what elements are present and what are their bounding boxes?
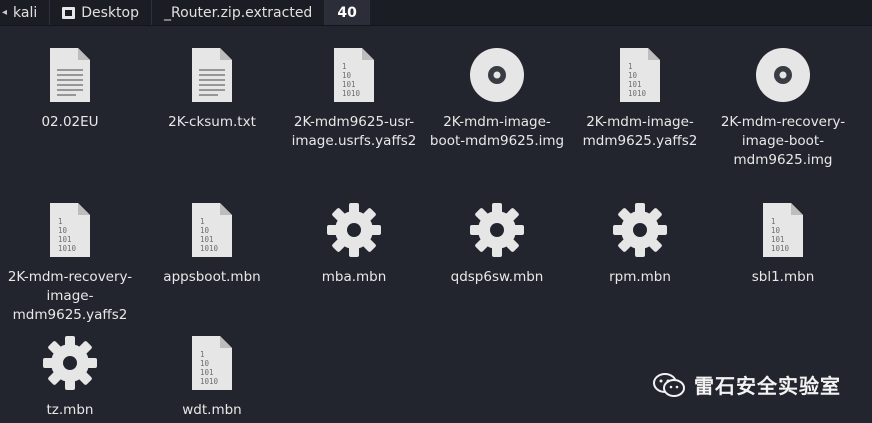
file-item[interactable]: 1 10 101 1010 2K-mdm-image-mdm9625.yaffs2 bbox=[570, 43, 710, 151]
svg-text:10: 10 bbox=[771, 226, 781, 235]
binary-file-icon: 1 10 101 1010 bbox=[38, 198, 102, 262]
svg-text:101: 101 bbox=[771, 235, 785, 244]
file-item[interactable]: 1 10 101 1010 2K-mdm-recovery-image-mdm9625.… bbox=[0, 198, 140, 325]
binary-file-icon: 1 10 101 1010 bbox=[608, 43, 672, 107]
file-name: rpm.mbn bbox=[609, 269, 671, 285]
disc-image-icon bbox=[465, 43, 529, 107]
svg-text:101: 101 bbox=[342, 80, 356, 89]
svg-text:10: 10 bbox=[58, 226, 68, 235]
svg-text:1: 1 bbox=[200, 350, 205, 359]
svg-text:101: 101 bbox=[628, 80, 642, 89]
svg-text:1: 1 bbox=[342, 62, 347, 71]
file-name: 2K-mdm9625-usr-image.usrfs.yaffs2 bbox=[291, 114, 417, 149]
file-item[interactable]: qdsp6sw.mbn bbox=[427, 198, 567, 287]
disc-image-icon bbox=[751, 43, 815, 107]
breadcrumb-label: 40 bbox=[337, 4, 357, 21]
file-item[interactable]: rpm.mbn bbox=[570, 198, 710, 287]
file-grid: 02.02EU 2K-cksum.txt 1 10 101 1010 2K-mdm9625-… bbox=[0, 25, 872, 423]
svg-text:1: 1 bbox=[628, 62, 633, 71]
svg-text:1010: 1010 bbox=[200, 244, 219, 253]
svg-text:10: 10 bbox=[200, 359, 210, 368]
watermark: 雷石安全实验室 bbox=[652, 370, 841, 399]
file-name: wdt.mbn bbox=[182, 402, 242, 418]
svg-text:1010: 1010 bbox=[200, 377, 219, 386]
file-item[interactable]: 2K-mdm-recovery-image-boot-mdm9625.img bbox=[713, 43, 853, 170]
file-name: 2K-cksum.txt bbox=[168, 114, 256, 130]
svg-text:1010: 1010 bbox=[628, 89, 647, 98]
svg-text:10: 10 bbox=[342, 71, 352, 80]
breadcrumb-label: _Router.zip.extracted bbox=[164, 4, 313, 21]
watermark-text: 雷石安全实验室 bbox=[694, 374, 841, 398]
breadcrumb-kali[interactable]: ◂ kali bbox=[0, 0, 51, 25]
binary-file-icon: 1 10 101 1010 bbox=[180, 331, 244, 395]
folder-icon bbox=[62, 6, 76, 19]
binary-file-icon: 1 10 101 1010 bbox=[322, 43, 386, 107]
file-name: 02.02EU bbox=[41, 114, 99, 130]
file-name: qdsp6sw.mbn bbox=[450, 269, 544, 285]
file-name: mba.mbn bbox=[321, 269, 387, 285]
svg-text:1: 1 bbox=[200, 217, 205, 226]
file-item[interactable]: 2K-cksum.txt bbox=[142, 43, 282, 132]
file-name: sbl1.mbn bbox=[751, 269, 815, 285]
text-file-icon bbox=[180, 43, 244, 107]
breadcrumb-desktop[interactable]: Desktop bbox=[50, 0, 153, 25]
gear-file-icon bbox=[465, 198, 529, 262]
svg-text:101: 101 bbox=[200, 368, 214, 377]
svg-text:101: 101 bbox=[58, 235, 72, 244]
wechat-icon bbox=[653, 372, 685, 397]
file-name: 2K-mdm-image-mdm9625.yaffs2 bbox=[582, 114, 698, 149]
binary-file-icon: 1 10 101 1010 bbox=[180, 198, 244, 262]
file-item[interactable]: mba.mbn bbox=[284, 198, 424, 287]
file-name: 2K-mdm-image-boot-mdm9625.img bbox=[429, 114, 565, 149]
svg-text:1010: 1010 bbox=[58, 244, 77, 253]
svg-text:1: 1 bbox=[771, 217, 776, 226]
gear-file-icon bbox=[38, 331, 102, 395]
file-item[interactable]: 1 10 101 1010 2K-mdm9625-usr-image.usrfs.yaf… bbox=[284, 43, 424, 151]
file-item[interactable]: 02.02EU bbox=[0, 43, 140, 132]
file-name: appsboot.mbn bbox=[163, 269, 261, 285]
svg-text:10: 10 bbox=[628, 71, 638, 80]
file-item[interactable]: 2K-mdm-image-boot-mdm9625.img bbox=[427, 43, 567, 151]
file-item[interactable]: 1 10 101 1010 wdt.mbn bbox=[142, 331, 282, 420]
svg-text:1: 1 bbox=[58, 217, 63, 226]
binary-file-icon: 1 10 101 1010 bbox=[751, 198, 815, 262]
file-name: 2K-mdm-recovery-image-mdm9625.yaffs2 bbox=[7, 269, 133, 323]
breadcrumb: ◂ kali Desktop _Router.zip.extracted 40 bbox=[0, 0, 872, 26]
file-name: tz.mbn bbox=[46, 402, 94, 418]
gear-file-icon bbox=[608, 198, 672, 262]
breadcrumb-current-40[interactable]: 40 bbox=[325, 0, 370, 25]
file-item[interactable]: 1 10 101 1010 sbl1.mbn bbox=[713, 198, 853, 287]
svg-text:1010: 1010 bbox=[342, 89, 361, 98]
gear-file-icon bbox=[322, 198, 386, 262]
file-item[interactable]: 1 10 101 1010 appsboot.mbn bbox=[142, 198, 282, 287]
file-item[interactable]: tz.mbn bbox=[0, 331, 140, 420]
svg-text:10: 10 bbox=[200, 226, 210, 235]
svg-text:1010: 1010 bbox=[771, 244, 790, 253]
text-file-icon bbox=[38, 43, 102, 107]
breadcrumb-router-extracted[interactable]: _Router.zip.extracted bbox=[152, 0, 326, 25]
breadcrumb-label: Desktop bbox=[81, 4, 140, 21]
file-name: 2K-mdm-recovery-image-boot-mdm9625.img bbox=[720, 114, 846, 168]
chevron-left-icon: ◂ bbox=[2, 7, 8, 18]
svg-text:101: 101 bbox=[200, 235, 214, 244]
breadcrumb-label: kali bbox=[13, 4, 38, 21]
